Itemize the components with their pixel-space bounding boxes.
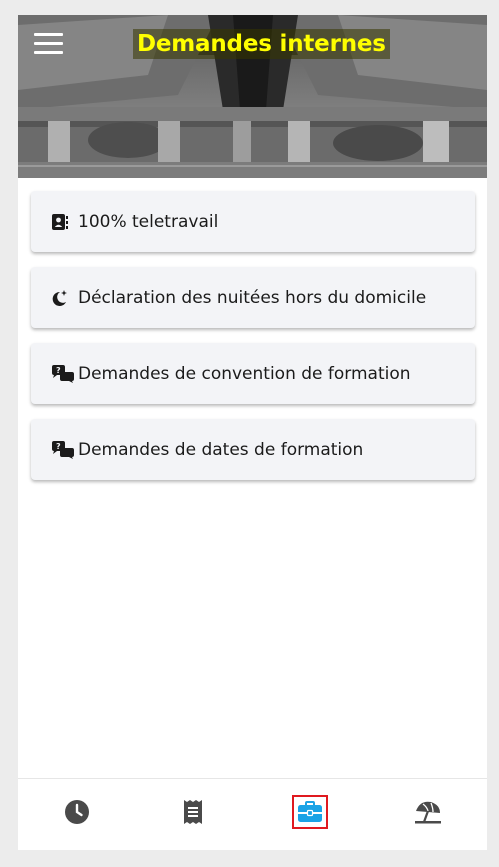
svg-text:?: ?: [56, 366, 61, 375]
nav-receipts-button[interactable]: [175, 795, 211, 829]
hamburger-menu-icon[interactable]: [34, 33, 64, 55]
request-list: 100% teletravail Déclaration des nuitées…: [31, 191, 475, 495]
menu-item-label: Demandes de convention de formation: [78, 363, 411, 384]
svg-text:?: ?: [56, 442, 61, 451]
nav-history-button[interactable]: [59, 795, 95, 829]
page-title: Demandes internes: [133, 29, 390, 59]
menu-item-teletravail[interactable]: 100% teletravail: [31, 191, 475, 252]
bottom-navigation: [18, 778, 487, 850]
question-chat-icon: ?: [51, 440, 75, 460]
app-screen: Demandes internes 100% teletravail Décla…: [18, 15, 487, 850]
menu-item-nuitees[interactable]: Déclaration des nuitées hors du domicile: [31, 267, 475, 328]
contact-book-icon: [51, 212, 75, 232]
nav-internal-requests-button[interactable]: [292, 795, 328, 829]
nav-leave-button[interactable]: [410, 795, 446, 829]
clock-icon: [65, 800, 89, 824]
menu-item-dates-formation[interactable]: ? Demandes de dates de formation: [31, 419, 475, 480]
menu-item-label: Demandes de dates de formation: [78, 439, 364, 460]
menu-item-label: Déclaration des nuitées hors du domicile: [78, 287, 427, 308]
header-banner: Demandes internes: [18, 15, 487, 178]
question-chat-icon: ?: [51, 364, 75, 384]
menu-item-convention-formation[interactable]: ? Demandes de convention de formation: [31, 343, 475, 404]
beach-umbrella-icon: [415, 801, 441, 824]
menu-item-label: 100% teletravail: [78, 211, 219, 232]
moon-star-icon: [51, 288, 75, 308]
briefcase-icon: [298, 801, 322, 822]
receipt-icon: [184, 800, 202, 824]
